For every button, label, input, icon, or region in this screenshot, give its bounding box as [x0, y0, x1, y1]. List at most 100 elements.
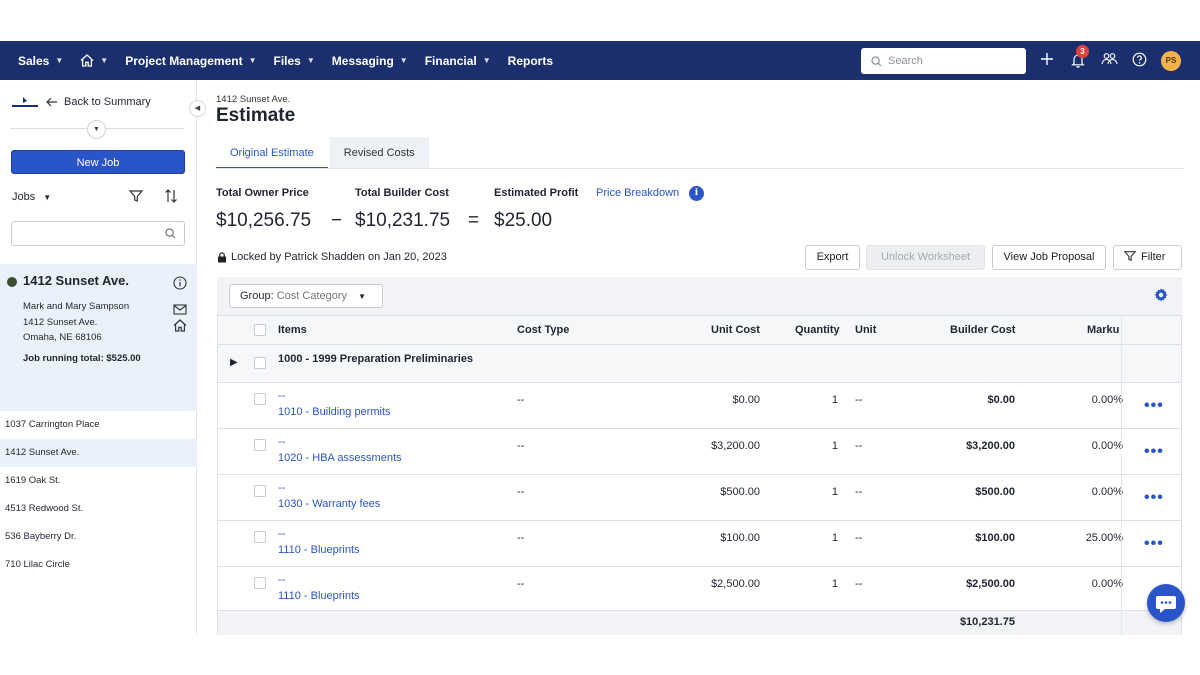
home-icon[interactable]: [173, 319, 187, 332]
nav-files[interactable]: Files ▼: [274, 54, 315, 68]
global-search-input[interactable]: Search: [861, 48, 1026, 74]
row-unit: --: [855, 578, 863, 590]
users-icon[interactable]: [1101, 52, 1118, 66]
nav-sales[interactable]: Sales ▼: [18, 54, 63, 68]
filter-button[interactable]: Filter: [1113, 245, 1182, 270]
active-job-card[interactable]: 1412 Sunset Ave. Mark and Mary Sampson 1…: [0, 264, 197, 411]
header-items[interactable]: Items: [278, 324, 307, 336]
table-total-row: $10,231.75: [218, 611, 1181, 635]
chat-button[interactable]: [1147, 584, 1185, 622]
expand-caret-icon[interactable]: ▶: [230, 357, 238, 368]
group-by-select[interactable]: Group: Cost Category ▼: [229, 284, 383, 308]
row-title[interactable]: --: [278, 528, 285, 540]
header-unit-cost[interactable]: Unit Cost: [711, 324, 760, 336]
nav-reports[interactable]: Reports: [508, 54, 553, 68]
row-unit: --: [855, 394, 863, 406]
job-list-item[interactable]: 1037 Carrington Place: [0, 411, 197, 439]
info-icon[interactable]: i: [689, 186, 704, 201]
more-options-icon[interactable]: •••: [1144, 443, 1164, 461]
row-title[interactable]: --: [278, 574, 285, 586]
row-builder-cost: $500.00: [975, 486, 1015, 498]
group-checkbox[interactable]: [254, 357, 266, 369]
table-row[interactable]: -- 1110 - Blueprints -- $2,500.00 1 -- $…: [218, 567, 1181, 611]
row-title[interactable]: --: [278, 436, 285, 448]
jobs-search-input[interactable]: [11, 221, 185, 246]
collapse-sidebar-button[interactable]: ◀: [189, 100, 206, 117]
job-list-item[interactable]: 536 Bayberry Dr.: [0, 523, 197, 551]
row-cost-code[interactable]: 1020 - HBA assessments: [278, 452, 402, 464]
row-cost-code[interactable]: 1110 - Blueprints: [278, 544, 360, 556]
breadcrumb: 1412 Sunset Ave.: [216, 94, 291, 105]
header-cost-type[interactable]: Cost Type: [517, 324, 569, 336]
chevron-down-icon: ▼: [100, 56, 109, 65]
info-circle-icon[interactable]: [173, 276, 187, 290]
nav-home[interactable]: ▼: [80, 54, 108, 67]
nav-project-management[interactable]: Project Management ▼: [125, 54, 256, 68]
row-checkbox[interactable]: [254, 531, 266, 543]
locked-text: Locked by Patrick Shadden on Jan 20, 202…: [231, 251, 447, 263]
more-options-icon[interactable]: •••: [1144, 535, 1164, 553]
tab-original-estimate[interactable]: Original Estimate: [216, 137, 328, 169]
mail-icon[interactable]: [173, 304, 187, 315]
plus-icon[interactable]: [1040, 52, 1054, 66]
estimate-table: Items Cost Type Unit Cost Quantity Unit …: [217, 315, 1182, 635]
job-list-item[interactable]: 1619 Oak St.: [0, 467, 197, 495]
group-by-label: Group:: [240, 290, 274, 302]
header-quantity[interactable]: Quantity: [795, 324, 840, 336]
row-unit-cost: $100.00: [720, 532, 760, 544]
select-all-checkbox[interactable]: [254, 324, 266, 336]
view-job-proposal-button[interactable]: View Job Proposal: [992, 245, 1106, 270]
total-builder-cost-label: Total Builder Cost: [355, 187, 449, 199]
new-job-button[interactable]: New Job: [11, 150, 185, 174]
expand-panel-button[interactable]: ▼: [87, 120, 106, 139]
row-checkbox[interactable]: [254, 577, 266, 589]
user-avatar[interactable]: PS: [1161, 51, 1181, 71]
row-markup: 0.00%: [1091, 440, 1123, 452]
more-options-icon[interactable]: •••: [1144, 397, 1164, 415]
table-row[interactable]: -- 1010 - Building permits -- $0.00 1 --…: [218, 383, 1181, 429]
builder-cost-total: $10,231.75: [959, 616, 1015, 628]
group-by-value: Cost Category: [276, 290, 348, 302]
nav-messaging[interactable]: Messaging ▼: [332, 54, 408, 68]
back-to-summary-link[interactable]: Back to Summary: [46, 96, 151, 108]
row-cost-code[interactable]: 1110 - Blueprints: [278, 590, 360, 602]
header-markup[interactable]: Marku: [1087, 324, 1119, 336]
price-breakdown-link[interactable]: Price Breakdown: [596, 187, 679, 199]
gear-icon[interactable]: [1153, 287, 1169, 303]
row-title[interactable]: --: [278, 390, 285, 402]
sort-icon[interactable]: [164, 189, 178, 203]
grid-toolbar: Group: Cost Category ▼: [217, 277, 1182, 315]
more-options-icon[interactable]: •••: [1144, 489, 1164, 507]
row-checkbox[interactable]: [254, 393, 266, 405]
jobs-sidebar: Back to Summary ▼ New Job Jobs ▼ 1412 Sun…: [0, 80, 197, 635]
job-list-item[interactable]: 1412 Sunset Ave.: [0, 439, 197, 467]
row-title[interactable]: --: [278, 482, 285, 494]
jobs-dropdown[interactable]: Jobs ▼: [12, 191, 51, 203]
chevron-down-icon: ▼: [248, 56, 257, 65]
row-unit-cost: $500.00: [720, 486, 760, 498]
table-row[interactable]: -- 1110 - Blueprints -- $100.00 1 -- $10…: [218, 521, 1181, 567]
nav-financial[interactable]: Financial ▼: [425, 54, 491, 68]
header-unit[interactable]: Unit: [855, 324, 876, 336]
row-cost-code[interactable]: 1030 - Warranty fees: [278, 498, 380, 510]
row-cost-code[interactable]: 1010 - Building permits: [278, 406, 391, 418]
table-row[interactable]: -- 1020 - HBA assessments -- $3,200.00 1…: [218, 429, 1181, 475]
search-icon: [871, 55, 882, 66]
estimated-profit-value: $25.00: [494, 210, 553, 231]
header-builder-cost[interactable]: Builder Cost: [950, 324, 1015, 336]
row-checkbox[interactable]: [254, 439, 266, 451]
unlock-worksheet-button[interactable]: Unlock Worksheet: [866, 245, 985, 270]
export-button[interactable]: Export: [805, 245, 860, 270]
row-checkbox[interactable]: [254, 485, 266, 497]
job-list-item[interactable]: 710 Lilac Circle: [0, 551, 197, 579]
tab-revised-costs[interactable]: Revised Costs: [329, 137, 429, 169]
top-navigation: Sales ▼ ▼ Project Management ▼ Files ▼ Mess…: [0, 41, 1200, 80]
row-cost-type: --: [517, 394, 525, 406]
total-owner-price-label: Total Owner Price: [216, 187, 309, 199]
filter-icon[interactable]: [129, 189, 143, 203]
table-row[interactable]: -- 1030 - Warranty fees -- $500.00 1 -- …: [218, 475, 1181, 521]
help-icon[interactable]: [1132, 52, 1147, 67]
chevron-down-icon: ▼: [55, 56, 64, 65]
job-list-item[interactable]: 4513 Redwood St.: [0, 495, 197, 523]
nav-financial-label: Financial: [424, 53, 477, 68]
